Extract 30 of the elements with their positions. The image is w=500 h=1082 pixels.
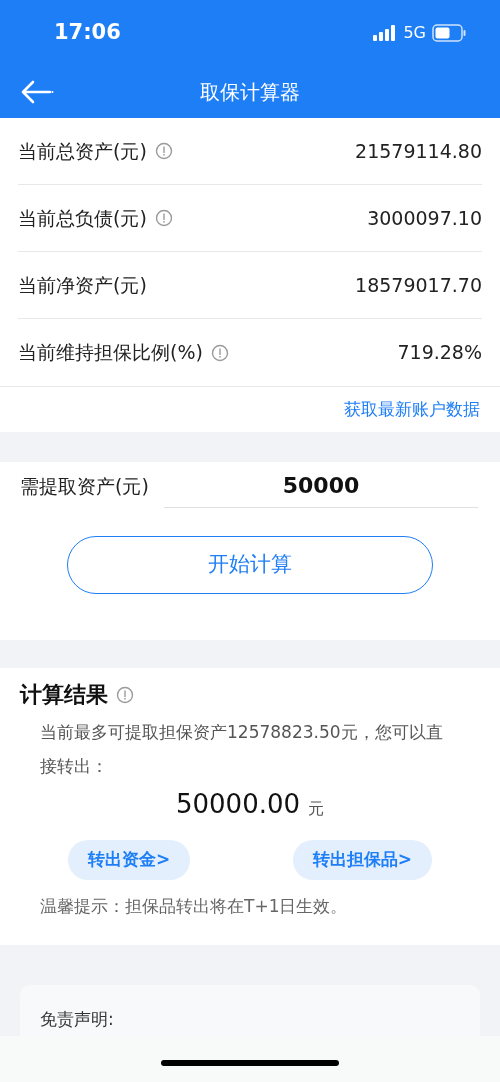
info-icon[interactable] bbox=[116, 685, 134, 704]
row-label: 当前净资产(元) bbox=[18, 272, 147, 298]
row-value: 719.28% bbox=[397, 340, 482, 366]
signal-icon bbox=[373, 25, 398, 41]
transfer-button[interactable]: 转出资金> bbox=[68, 840, 191, 880]
calculate-button[interactable]: 开始计算 bbox=[67, 536, 433, 594]
back-icon[interactable] bbox=[20, 80, 54, 104]
row-value: 3000097.10 bbox=[367, 205, 482, 231]
row-label: 当前总资产(元) bbox=[18, 138, 147, 164]
row-label: 当前维持担保比例(%) bbox=[18, 340, 203, 366]
info-icon[interactable] bbox=[154, 209, 173, 227]
result-amount: 50000.00 bbox=[175, 788, 301, 821]
status-time: 17:06 bbox=[54, 19, 121, 47]
result-message: 当前最多可提取担保资产12578823.50元，您可以直接转出： bbox=[40, 721, 444, 778]
tip-text: 温馨提示：担保品转出将在T+1日生效。 bbox=[40, 895, 349, 918]
disclaimer-title: 免责声明: bbox=[40, 1009, 114, 1029]
amount-unit: 元 bbox=[308, 798, 325, 820]
network-label: 5G bbox=[403, 22, 426, 44]
row-value: 18579017.70 bbox=[355, 272, 482, 298]
row-value: 21579114.80 bbox=[355, 138, 482, 164]
page-title: 取保计算器 bbox=[200, 79, 300, 106]
result-title: 计算结果 bbox=[20, 681, 108, 709]
battery-icon bbox=[432, 24, 466, 42]
row-label: 当前总负债(元) bbox=[18, 205, 147, 231]
refresh-link[interactable]: 获取最新账户数据 bbox=[344, 396, 480, 423]
withdraw-label: 需提取资产(元) bbox=[20, 473, 150, 499]
info-icon[interactable] bbox=[210, 343, 229, 362]
withdraw-input[interactable]: 50000 bbox=[164, 464, 478, 508]
transfer-button[interactable]: 转出担保品> bbox=[292, 840, 432, 880]
info-icon[interactable] bbox=[154, 142, 173, 160]
